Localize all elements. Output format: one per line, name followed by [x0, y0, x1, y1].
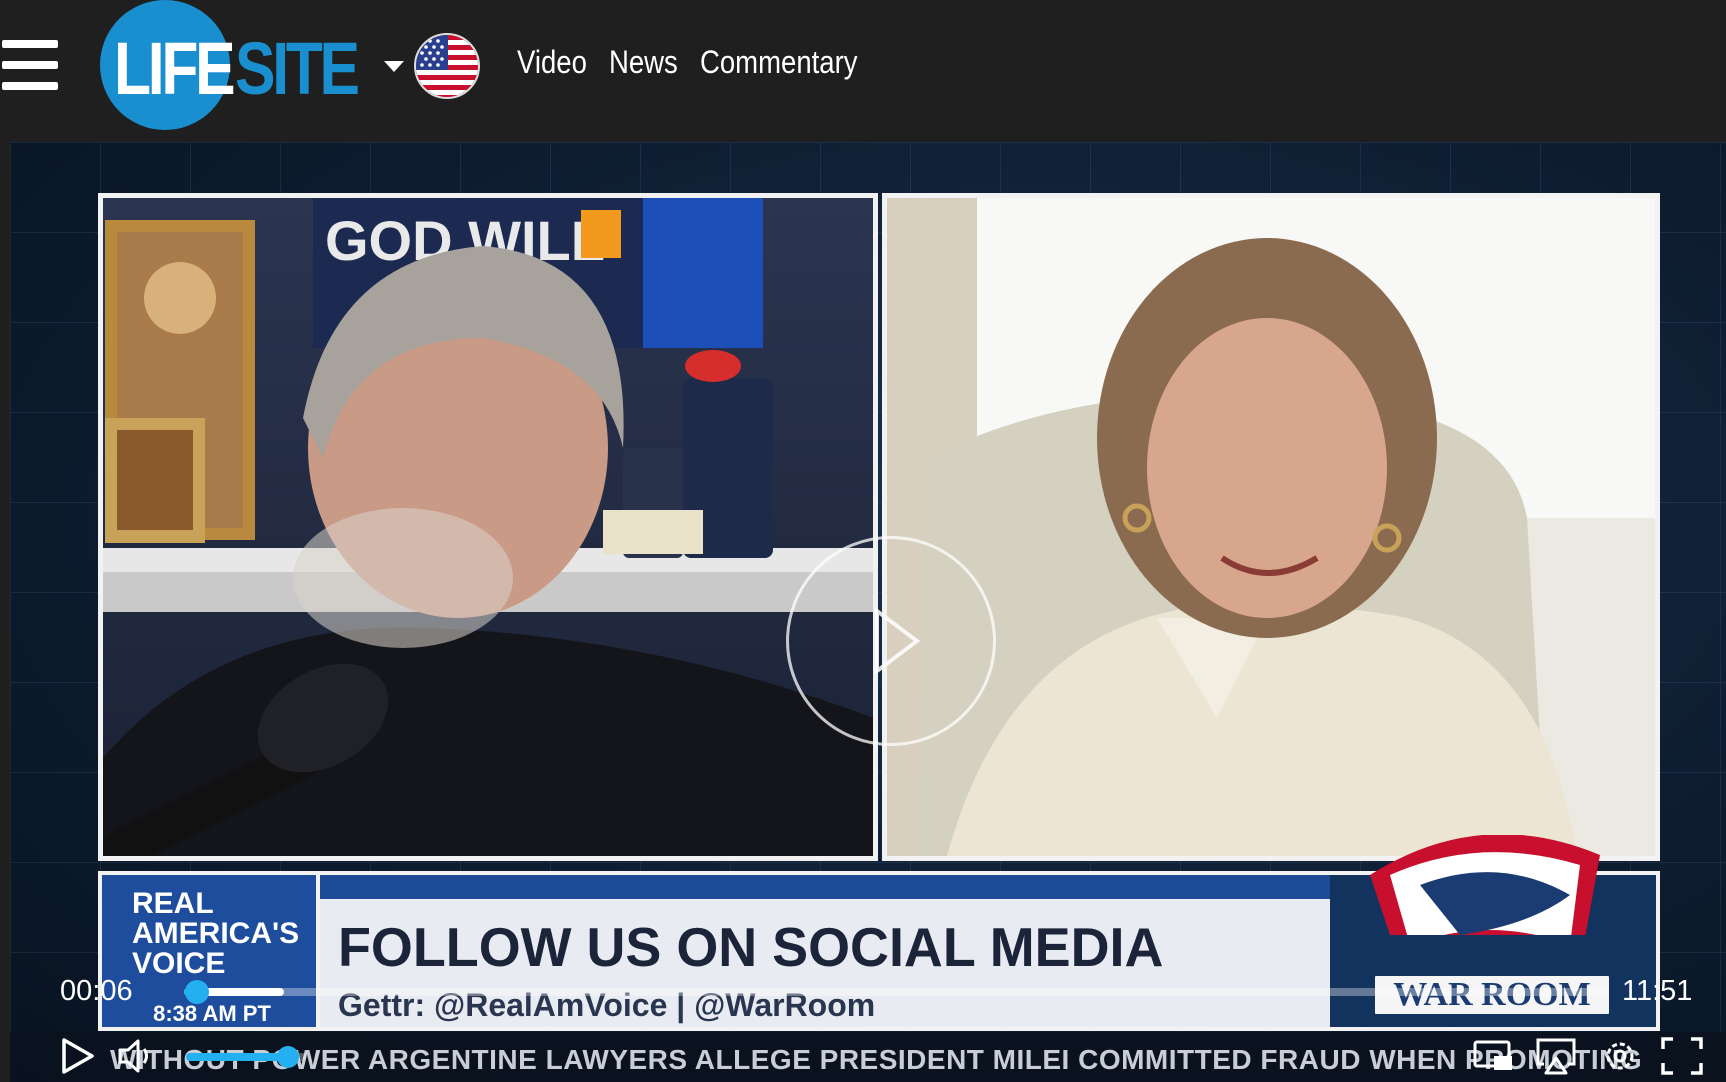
play-icon — [875, 607, 921, 675]
region-selector[interactable] — [384, 33, 480, 99]
progress-scrubber[interactable] — [184, 980, 209, 1004]
airplay-icon — [1536, 1038, 1576, 1075]
total-duration: 11:51 — [1622, 975, 1693, 1007]
picture-in-picture-icon — [1473, 1040, 1512, 1070]
volume-slider[interactable] — [186, 1046, 306, 1068]
headline-banner: FOLLOW US ON SOCIAL MEDIA Gettr: @RealAm… — [320, 871, 1330, 1031]
nav-link-news[interactable]: News — [609, 44, 678, 81]
lower-third-graphic: REAL AMERICA'S VOICE 8:38 AM PT FOLLOW U… — [98, 835, 1660, 1031]
big-play-button[interactable] — [786, 536, 996, 746]
banner-stripe — [320, 875, 1330, 899]
picture-in-picture-button[interactable] — [1472, 1036, 1516, 1076]
broadcast-time: 8:38 AM PT — [153, 1001, 271, 1026]
video-panel-guest — [882, 193, 1660, 861]
eagle-icon — [1370, 835, 1600, 935]
menu-icon[interactable] — [2, 40, 58, 90]
rav-logo-line2: AMERICA'S — [132, 917, 300, 950]
current-time: 00:06 — [60, 975, 133, 1007]
progress-bar[interactable] — [184, 980, 1608, 1004]
volume-handle[interactable] — [277, 1046, 299, 1068]
banner-headline: FOLLOW US ON SOCIAL MEDIA — [338, 916, 1164, 978]
volume-icon — [118, 1039, 148, 1073]
video-panel-host: GOD WILL — [98, 193, 878, 861]
airplay-button[interactable] — [1534, 1036, 1578, 1076]
settings-button[interactable] — [1598, 1036, 1642, 1076]
logo-text-site: SITE — [235, 27, 360, 110]
play-button[interactable] — [56, 1036, 100, 1076]
site-header: LIFE SITE Video News Commentary — [0, 0, 1726, 140]
play-icon — [62, 1038, 94, 1074]
rav-logo-line1: REAL — [132, 887, 214, 920]
chevron-down-icon — [384, 61, 404, 72]
fullscreen-button[interactable] — [1660, 1036, 1704, 1076]
lifesite-logo[interactable]: LIFE SITE — [100, 0, 360, 130]
settings-icon — [1606, 1042, 1634, 1070]
logo-text-life: LIFE — [114, 27, 236, 110]
nav-link-commentary[interactable]: Commentary — [700, 44, 858, 81]
nav-link-video[interactable]: Video — [517, 44, 587, 81]
rav-logo-line3: VOICE — [132, 947, 226, 980]
ticker-text: WITHOUT POWER ARGENTINE LAWYERS ALLEGE P… — [110, 1044, 1643, 1075]
war-room-logo: WAR ROOM — [1330, 835, 1660, 1031]
mute-button[interactable] — [116, 1036, 160, 1076]
us-flag-icon — [414, 33, 480, 99]
video-player[interactable]: GOD WILL REAL AMERICA'S VOICE 8:38 AM PT… — [10, 142, 1726, 1082]
fullscreen-icon — [1661, 1037, 1703, 1075]
volume-level — [186, 1053, 288, 1061]
